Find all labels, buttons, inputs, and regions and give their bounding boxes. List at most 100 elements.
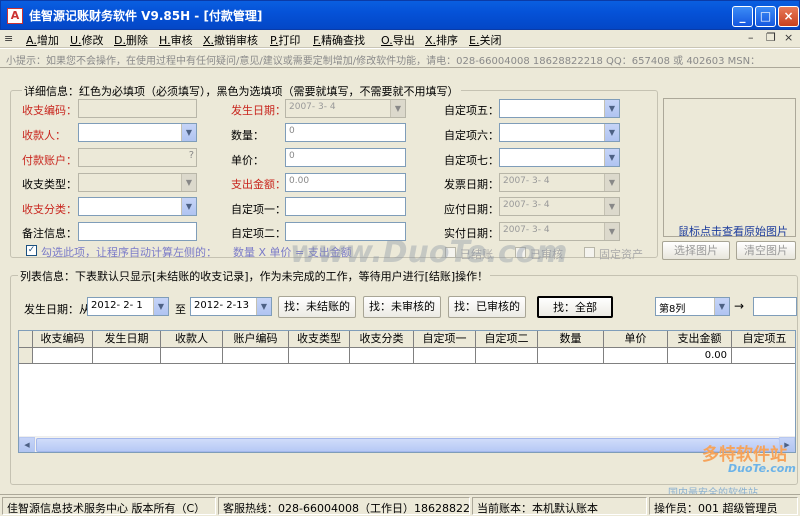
category-select[interactable]: ▼ bbox=[78, 197, 197, 216]
table-cell[interactable] bbox=[350, 348, 414, 364]
column-search-field[interactable] bbox=[753, 297, 797, 316]
find-unsettled-button[interactable]: 找：未结账的 bbox=[278, 296, 356, 318]
list-date-label: 发生日期：从 bbox=[24, 303, 90, 316]
menu-sort[interactable]: X.排序 bbox=[425, 32, 458, 48]
chevron-down-icon[interactable]: ▼ bbox=[714, 298, 729, 315]
mdi-restore-icon[interactable]: ❐ bbox=[766, 31, 776, 44]
table-cell[interactable] bbox=[223, 348, 289, 364]
column-header[interactable]: 自定项五 bbox=[732, 331, 795, 348]
fixed-asset-checkbox bbox=[584, 247, 595, 258]
table-cell[interactable] bbox=[414, 348, 476, 364]
table-cell[interactable] bbox=[538, 348, 604, 364]
invoice-date-label: 发票日期： bbox=[444, 178, 499, 191]
column-header[interactable]: 单价 bbox=[604, 331, 668, 348]
account-label: 付款账户： bbox=[22, 154, 77, 167]
image-preview[interactable] bbox=[663, 98, 796, 237]
custom2-field[interactable] bbox=[285, 222, 406, 241]
menu-cancel-audit[interactable]: X.撤销审核 bbox=[203, 32, 258, 48]
chevron-down-icon[interactable]: ▼ bbox=[256, 298, 271, 315]
menu-add[interactable]: A.增加 bbox=[26, 32, 59, 48]
record-table[interactable]: 收支编码 发生日期 收款人 账户编码 收支类型 收支分类 自定项一 自定项二 数量 单价 支出金额 0… bbox=[18, 330, 796, 453]
table-cell[interactable] bbox=[476, 348, 538, 364]
remark-field[interactable] bbox=[78, 222, 197, 241]
table-cell[interactable] bbox=[289, 348, 350, 364]
scroll-left-icon[interactable]: ◀ bbox=[19, 437, 35, 452]
custom7-select[interactable]: ▼ bbox=[499, 148, 620, 167]
status-bar: 佳智源信息技术服务中心 版本所有（C） 客服热线：028-66004008（工作… bbox=[0, 494, 800, 516]
column-header[interactable]: 账户编码 bbox=[223, 331, 289, 348]
chevron-down-icon[interactable]: ▼ bbox=[604, 100, 619, 117]
chevron-down-icon[interactable]: ▼ bbox=[604, 124, 619, 141]
chevron-down-icon: ▼ bbox=[181, 174, 196, 191]
detail-legend: 详细信息：红色为必填项（必须填写），黑色为选填项（需要就填写，不需要就不用填写） bbox=[22, 83, 461, 99]
price-field[interactable]: 0 bbox=[285, 148, 406, 167]
lookup-icon[interactable]: ? bbox=[189, 150, 194, 161]
find-audited-button[interactable]: 找：已审核的 bbox=[448, 296, 526, 318]
date-to-picker[interactable]: 2012- 2-13 ▼ bbox=[190, 297, 272, 316]
list-legend: 列表信息：下表默认只显示[未结账的收支记录]，作为未完成的工作，等待用户进行[结… bbox=[18, 268, 491, 284]
table-cell[interactable] bbox=[33, 348, 93, 364]
document-icon: ≡ bbox=[4, 32, 14, 45]
paid-date-label: 实付日期： bbox=[444, 227, 499, 240]
find-all-button[interactable]: 找：全部 bbox=[537, 296, 613, 318]
date-label: 发生日期： bbox=[231, 104, 286, 117]
table-cell[interactable] bbox=[161, 348, 223, 364]
menu-edit[interactable]: U.修改 bbox=[70, 32, 104, 48]
table-cell[interactable] bbox=[732, 348, 795, 364]
quantity-label: 数量： bbox=[231, 129, 264, 142]
column-header[interactable]: 自定项一 bbox=[414, 331, 476, 348]
chevron-down-icon[interactable]: ▼ bbox=[153, 298, 168, 315]
chevron-down-icon[interactable]: ▼ bbox=[604, 149, 619, 166]
table-cell[interactable] bbox=[93, 348, 161, 364]
column-header[interactable]: 收款人 bbox=[161, 331, 223, 348]
image-hint[interactable]: 鼠标点击查看原始图片 bbox=[678, 223, 788, 239]
auto-calc-label: 勾选此项，让程序自动计算左侧的： bbox=[41, 246, 217, 259]
menu-audit[interactable]: H.审核 bbox=[159, 32, 193, 48]
choose-image-button[interactable]: 选择图片 bbox=[662, 241, 730, 260]
category-label: 收支分类： bbox=[22, 203, 77, 216]
column-header[interactable]: 发生日期 bbox=[93, 331, 161, 348]
chevron-down-icon[interactable]: ▼ bbox=[181, 124, 196, 141]
custom5-select[interactable]: ▼ bbox=[499, 99, 620, 118]
custom2-label: 自定项二： bbox=[231, 227, 286, 240]
custom6-select[interactable]: ▼ bbox=[499, 123, 620, 142]
table-cell[interactable]: 0.00 bbox=[668, 348, 732, 364]
find-unaudited-button[interactable]: 找：未审核的 bbox=[363, 296, 441, 318]
chevron-down-icon[interactable]: ▼ bbox=[181, 198, 196, 215]
chevron-down-icon: ▼ bbox=[604, 174, 619, 191]
column-select[interactable]: 第8列 ▼ bbox=[655, 297, 730, 316]
horizontal-scrollbar[interactable]: ◀ ▶ bbox=[19, 436, 795, 452]
menu-export[interactable]: O.导出 bbox=[381, 32, 415, 48]
column-header[interactable]: 数量 bbox=[538, 331, 604, 348]
title-bar[interactable]: A 佳智源记账财务软件 V9.85H - [付款管理] _ □ × bbox=[0, 0, 800, 30]
column-header[interactable]: 收支编码 bbox=[33, 331, 93, 348]
column-header[interactable]: 支出金额 bbox=[668, 331, 732, 348]
custom1-field[interactable] bbox=[285, 197, 406, 216]
auto-calc-checkbox[interactable]: ✓ bbox=[26, 245, 37, 256]
date-from-picker[interactable]: 2012- 2- 1 ▼ bbox=[87, 297, 169, 316]
maximize-button[interactable]: □ bbox=[755, 6, 776, 27]
settled-label: 已结账 bbox=[460, 248, 493, 261]
account-field: ? bbox=[78, 148, 197, 167]
mdi-minimize-icon[interactable]: – bbox=[748, 31, 754, 44]
menu-exact-search[interactable]: F.精确查找 bbox=[313, 32, 365, 48]
menu-close[interactable]: E.关闭 bbox=[469, 32, 501, 48]
type-label: 收支类型： bbox=[22, 178, 77, 191]
column-header[interactable]: 收支类型 bbox=[289, 331, 350, 348]
minimize-button[interactable]: _ bbox=[732, 6, 753, 27]
column-header[interactable]: 收支分类 bbox=[350, 331, 414, 348]
due-date-label: 应付日期： bbox=[444, 203, 499, 216]
clear-image-button[interactable]: 清空图片 bbox=[736, 241, 796, 260]
scrollbar-thumb[interactable] bbox=[36, 438, 780, 452]
chevron-down-icon: ▼ bbox=[604, 223, 619, 240]
table-cell[interactable] bbox=[604, 348, 668, 364]
row-indicator[interactable] bbox=[19, 348, 33, 364]
quantity-field[interactable]: 0 bbox=[285, 123, 406, 142]
menu-delete[interactable]: D.删除 bbox=[114, 32, 148, 48]
mdi-close-icon[interactable]: × bbox=[784, 31, 793, 44]
menu-print[interactable]: P.打印 bbox=[270, 32, 300, 48]
amount-field[interactable]: 0.00 bbox=[285, 173, 406, 192]
payee-select[interactable]: ▼ bbox=[78, 123, 197, 142]
close-button[interactable]: × bbox=[778, 6, 799, 27]
column-header[interactable]: 自定项二 bbox=[476, 331, 538, 348]
